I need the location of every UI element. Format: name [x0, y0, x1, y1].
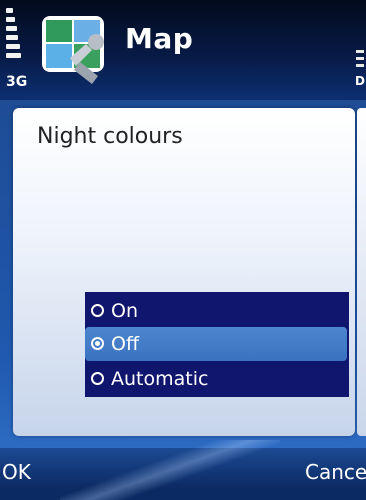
network-type-label: 3G — [6, 74, 28, 90]
option-label: Off — [111, 333, 140, 355]
options-list: On Off Automatic — [85, 292, 349, 397]
title-bar: 3G Map D — [0, 0, 366, 100]
map-app-icon — [42, 16, 104, 84]
radio-selected-icon — [91, 337, 104, 350]
radio-icon — [91, 372, 104, 385]
option-on[interactable]: On — [85, 294, 349, 328]
option-label: On — [111, 300, 138, 322]
option-label: Automatic — [111, 368, 209, 390]
status-indicator-label: D — [355, 74, 365, 88]
background-panel-edge — [357, 108, 366, 436]
option-off[interactable]: Off — [85, 327, 347, 361]
radio-icon — [91, 304, 104, 317]
signal-strength-icon — [6, 8, 22, 68]
app-title: Map — [125, 22, 194, 55]
status-indicator-icon: D — [354, 50, 366, 90]
ok-softkey[interactable]: OK — [2, 460, 31, 484]
dialog-title: Night colours — [37, 124, 183, 149]
option-automatic[interactable]: Automatic — [85, 362, 349, 396]
cancel-softkey[interactable]: Cancel — [305, 460, 366, 484]
softkey-bar: OK Cancel — [0, 440, 366, 500]
content-area: Night colours — [0, 100, 366, 454]
